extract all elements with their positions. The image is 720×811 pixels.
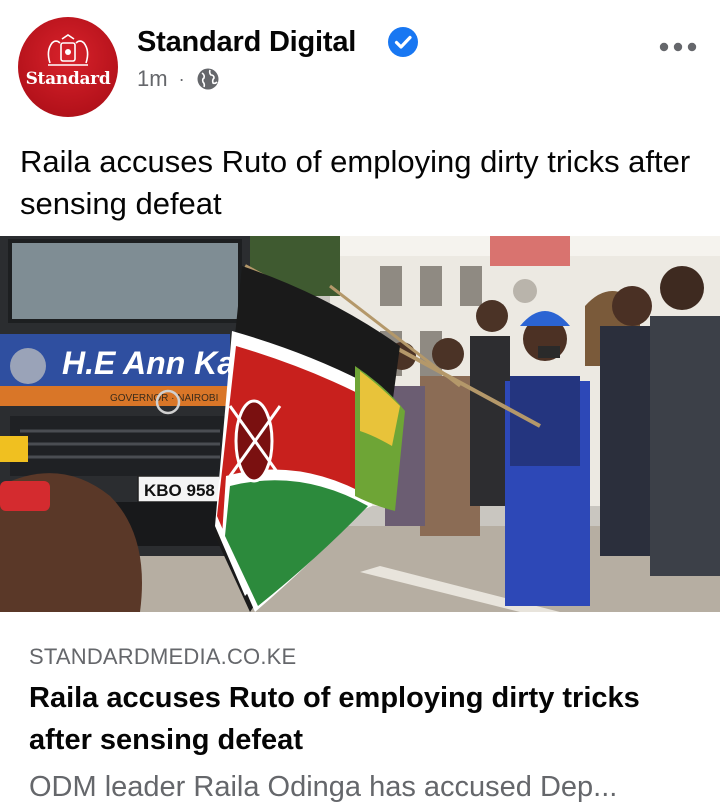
globe-icon <box>197 68 219 90</box>
flag-off-photo-illustration: H.E Ann Ka GOVERNOR · NAIROBI KBO 958 <box>0 236 720 612</box>
post-header: Standard Standard Digital 1m · <box>0 0 720 130</box>
meta-separator: · <box>178 68 185 89</box>
number-plate-text: KBO 958 <box>144 481 215 500</box>
post-photo[interactable]: H.E Ann Ka GOVERNOR · NAIROBI KBO 958 <box>0 236 720 612</box>
link-title[interactable]: Raila accuses Ruto of employing dirty tr… <box>29 677 699 761</box>
crest-logo-icon <box>47 34 89 66</box>
truck-banner-text: H.E Ann Ka <box>62 345 235 381</box>
post-meta: 1m · <box>137 64 220 94</box>
post-timestamp[interactable]: 1m <box>137 66 168 92</box>
link-description: ODM leader Raila Odinga has accused Dep.… <box>29 771 618 803</box>
truck-banner-subtext: GOVERNOR · NAIROBI <box>110 393 218 404</box>
more-options-icon[interactable] <box>658 37 698 57</box>
verified-badge-icon <box>388 27 418 57</box>
page-name-link[interactable]: Standard Digital <box>137 24 356 60</box>
post-message: Raila accuses Ruto of employing dirty tr… <box>20 144 691 221</box>
link-domain: STANDARDMEDIA.CO.KE <box>29 644 297 669</box>
page-avatar[interactable]: Standard <box>18 17 118 117</box>
avatar-brand-text: Standard <box>25 69 111 89</box>
